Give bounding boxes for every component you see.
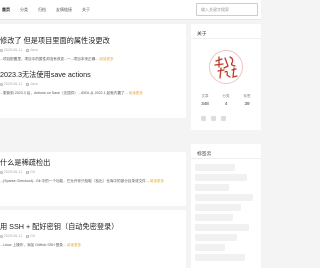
nav-item-home[interactable]: 首页 xyxy=(2,7,10,13)
post-category[interactable]: Java xyxy=(30,48,38,52)
tag-chip[interactable] xyxy=(195,214,233,221)
post-date: 2025-06-11 xyxy=(4,170,23,174)
stat-posts[interactable]: 文章 348 xyxy=(195,94,215,106)
folder-icon xyxy=(26,48,30,52)
avatar[interactable] xyxy=(209,50,243,84)
post-category[interactable]: Java xyxy=(30,82,38,86)
post-excerpt: ...更新到 2023.3 后，Actions on Save（无插件）...I… xyxy=(0,91,143,95)
tag-chip[interactable] xyxy=(195,244,225,251)
folder-icon xyxy=(26,170,30,174)
tag-chip[interactable] xyxy=(195,204,241,211)
site-stats: 文章 348 分类 4 标签 39 xyxy=(195,94,257,106)
post-card: 什么是稀疏检出 2025-06-11 Git ...(Sparse Checkou… xyxy=(0,152,186,206)
post-meta: 2025-06-11 Git xyxy=(0,170,35,174)
read-more-link[interactable]: 阅读更多 xyxy=(150,179,164,183)
clock-icon xyxy=(0,82,3,86)
tag-cloud-widget: 标签云 xyxy=(191,144,261,268)
post-category[interactable]: Git xyxy=(30,170,35,174)
tag-chip[interactable] xyxy=(195,174,247,181)
nav-item-archive[interactable]: 归档 xyxy=(38,7,46,13)
top-navbar: 首页 分类 归档 友情链接 关于 输入关键字搜索 xyxy=(0,0,261,20)
post-title[interactable]: 2023.3无法使用save actions xyxy=(0,70,91,80)
stat-categories[interactable]: 分类 4 xyxy=(216,94,236,106)
nav-item-categories[interactable]: 分类 xyxy=(20,7,28,13)
signature-logo-icon xyxy=(214,56,238,79)
post-date: 2025-06-11 xyxy=(4,82,23,86)
social-icon[interactable] xyxy=(201,116,206,121)
tag-chip[interactable] xyxy=(195,254,245,261)
post-meta: 2025-06-11 Java xyxy=(0,48,38,52)
post-date: 2025-06-11 xyxy=(4,48,23,52)
clock-icon xyxy=(0,48,3,52)
post-category[interactable]: Git xyxy=(30,234,35,238)
stat-tags[interactable]: 标签 39 xyxy=(237,94,257,106)
tag-chip[interactable] xyxy=(195,194,253,201)
nav-item-about[interactable]: 关于 xyxy=(82,7,90,13)
social-icon[interactable] xyxy=(211,116,216,121)
read-more-link[interactable]: 阅读更多 xyxy=(99,57,113,61)
read-more-link[interactable]: 阅读更多 xyxy=(67,243,81,247)
post-card: 用 SSH + 配好密钥（自动免密登录） 2025-06-11 Git ...Li… xyxy=(0,210,186,268)
tag-cloud-title: 标签云 xyxy=(197,152,212,157)
tag-chip[interactable] xyxy=(195,224,249,231)
about-widget: 关于 文章 348 分类 4 标签 39 xyxy=(191,24,261,130)
folder-icon xyxy=(26,82,30,86)
main-nav: 首页 分类 归档 友情链接 关于 xyxy=(2,0,100,20)
divider xyxy=(191,38,261,39)
tag-cloud xyxy=(195,164,259,264)
post-excerpt: ...(Sparse Checkout)...Git 中的一个功能，它允许你只检… xyxy=(0,179,165,183)
tag-chip[interactable] xyxy=(195,164,235,171)
post-meta: 2025-06-11 Java xyxy=(0,82,38,86)
search-input[interactable]: 输入关键字搜索 xyxy=(196,3,258,16)
read-more-link[interactable]: 阅读更多 xyxy=(129,91,143,95)
nav-item-links[interactable]: 友情链接 xyxy=(56,7,72,13)
post-date: 2025-06-11 xyxy=(4,234,23,238)
tag-chip[interactable] xyxy=(195,184,229,191)
post-excerpt: ...Linux 上操作，添加 GitHub SSH 登录... 阅读更多 xyxy=(0,243,82,247)
about-title: 关于 xyxy=(197,32,207,37)
social-links xyxy=(201,116,231,121)
post-card: 2023.3无法使用save actions 2025-06-11 Java ..… xyxy=(0,64,186,118)
tag-chip[interactable] xyxy=(195,234,237,241)
clock-icon xyxy=(0,234,3,238)
post-title[interactable]: 修改了 但是项目里面的属性没更改 xyxy=(0,36,110,46)
clock-icon xyxy=(0,170,3,174)
post-title[interactable]: 什么是稀疏检出 xyxy=(0,158,50,168)
divider xyxy=(191,158,261,159)
post-meta: 2025-06-11 Git xyxy=(0,234,35,238)
folder-icon xyxy=(26,234,30,238)
post-title[interactable]: 用 SSH + 配好密钥（自动免密登录） xyxy=(0,222,118,232)
social-icon[interactable] xyxy=(221,116,226,121)
